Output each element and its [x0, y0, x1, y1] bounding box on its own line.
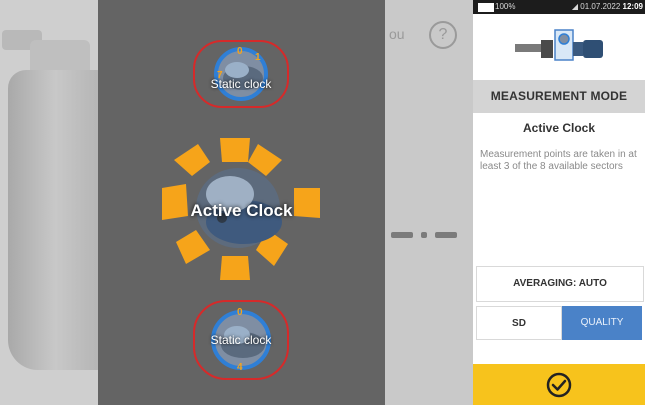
clock-digit: 0 — [237, 46, 243, 57]
background-dash — [391, 232, 413, 238]
background-text: ou — [389, 26, 405, 42]
clock-digit: 0 — [237, 307, 243, 318]
status-bar: 100% ◢ 01.07.2022 12:09 — [473, 0, 645, 14]
quality-button[interactable]: QUALITY — [562, 306, 642, 340]
screen: Static clock 0 1 7 Active Clock Static c… — [0, 0, 645, 405]
battery-icon — [478, 3, 494, 12]
signal-icon: ◢ — [571, 2, 581, 11]
background-machine-image — [8, 70, 98, 370]
status-time: 12:09 — [622, 2, 643, 11]
status-date: 01.07.2022 — [580, 2, 621, 11]
confirm-button[interactable] — [473, 364, 645, 405]
help-icon: ? — [429, 21, 457, 49]
static-clock-option-bottom[interactable]: Static clock 0 4 — [193, 300, 289, 380]
background-app-right: ou ? — [385, 0, 473, 405]
static-clock-label: Static clock — [210, 333, 272, 347]
clock-digit: 7 — [217, 70, 223, 81]
sd-button[interactable]: SD — [476, 306, 562, 340]
background-dash — [435, 232, 457, 238]
static-clock-label: Static clock — [210, 77, 272, 91]
averaging-button[interactable]: AVERAGING: AUTO — [476, 266, 644, 302]
machine-train-icon — [515, 29, 603, 61]
measurement-mode-overlay: Static clock 0 1 7 Active Clock Static c… — [98, 0, 385, 405]
sd-quality-toggle: SD QUALITY — [476, 306, 642, 340]
clock-digit: 4 — [237, 362, 243, 373]
checkmark-icon — [546, 372, 572, 398]
active-clock-label: Active Clock — [190, 201, 293, 220]
mode-description: Measurement points are taken in at least… — [480, 149, 637, 172]
measurement-mode-header: MEASUREMENT MODE — [473, 80, 645, 113]
static-clock-option-top[interactable]: Static clock 0 1 7 — [193, 40, 289, 108]
mode-panel: 100% ◢ 01.07.2022 12:09 MEASUREMENT MODE… — [473, 0, 645, 405]
mode-name: Active Clock — [522, 121, 596, 135]
battery-percent: 100% — [495, 2, 516, 11]
status-datetime: ◢ 01.07.2022 12:09 — [572, 0, 643, 14]
background-app-left — [0, 0, 98, 405]
clock-digit: 1 — [255, 52, 261, 63]
background-dash — [421, 232, 427, 238]
